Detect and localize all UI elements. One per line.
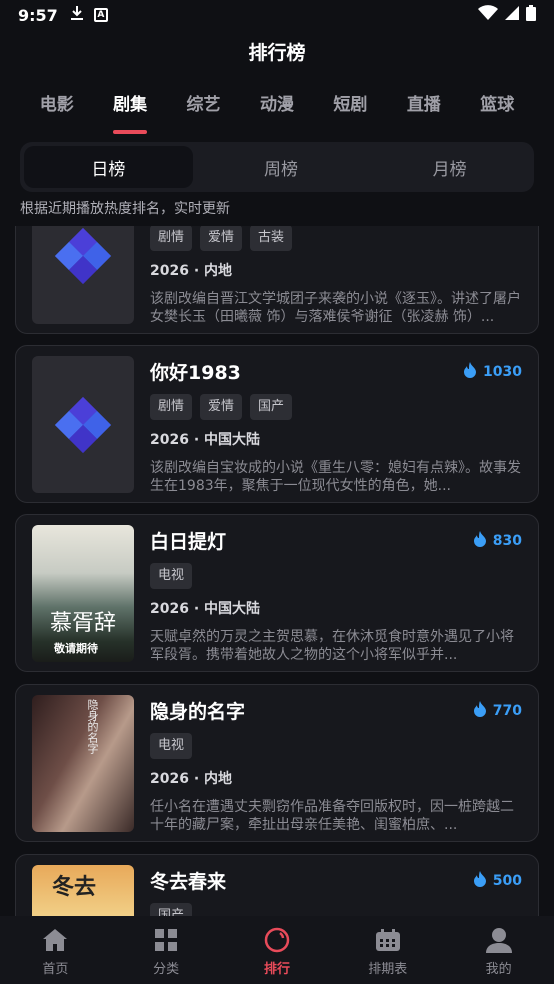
tag: 爱情: [200, 226, 243, 251]
nav-label: 排期表: [368, 962, 408, 977]
tag-list: 电视: [150, 733, 522, 759]
nav-category[interactable]: 分类: [126, 926, 206, 984]
nav-label: 分类: [153, 962, 180, 977]
card-meta: 2026 · 中国大陆: [150, 601, 261, 617]
heat-value: 500: [492, 873, 522, 889]
tab-basketball[interactable]: 篮球: [467, 86, 527, 126]
tab-movie[interactable]: 电影: [27, 86, 87, 126]
heat-score: 830: [473, 531, 522, 551]
grid-icon: [126, 926, 206, 954]
calendar-icon: [348, 926, 428, 954]
nav-label: 我的: [485, 962, 512, 977]
nav-home[interactable]: 首页: [15, 926, 95, 984]
nav-profile[interactable]: 我的: [459, 926, 539, 984]
ranking-icon: [237, 926, 317, 954]
card-meta: 2026 · 中国大陆: [150, 432, 261, 448]
user-icon: [459, 926, 539, 954]
heat-score: 1030: [463, 362, 522, 382]
poster-image: 隐身的名字: [32, 695, 134, 832]
app-logo-icon: [54, 396, 112, 453]
tab-short-drama[interactable]: 短剧: [320, 86, 380, 126]
card-title: 冬去春来: [150, 871, 227, 893]
tag: 电视: [150, 563, 193, 589]
card-description: 该剧改编自宝妆成的小说《重生八零：媳妇有点辣》。故事发生在1983年，聚焦于一位…: [150, 460, 521, 494]
poster-image: 慕胥辞 敬请期待: [32, 525, 134, 662]
battery-icon: [526, 5, 536, 25]
card-title: 隐身的名字: [150, 701, 246, 723]
tag-list: 剧情 爱情 古装: [150, 226, 522, 251]
tag: 国产: [150, 903, 193, 916]
card-description: 该剧改编自晋江文学城团子来袭的小说《逐玉》。讲述了屠户女樊长玉（田曦薇 饰）与落…: [150, 291, 521, 325]
tag: 剧情: [150, 226, 193, 251]
poster-image: 冬去: [32, 865, 134, 916]
tag: 爱情: [200, 394, 243, 420]
tab-live[interactable]: 直播: [394, 86, 454, 126]
status-time: 9:57: [18, 5, 58, 25]
poster-title: 隐身的名字: [86, 699, 99, 754]
flame-icon: [463, 362, 477, 382]
flame-icon: [473, 531, 487, 551]
poster-placeholder: [32, 226, 134, 324]
card-title: 白日提灯: [150, 531, 227, 553]
category-tabs: 电影 剧集 综艺 动漫 短剧 直播 篮球: [0, 86, 554, 134]
tab-variety[interactable]: 综艺: [174, 86, 234, 126]
heat-score: 770: [473, 701, 522, 721]
poster-subtitle: 敬请期待: [54, 642, 98, 655]
poster-placeholder: [32, 356, 134, 493]
nav-ranking[interactable]: 排行: [237, 926, 317, 984]
nav-schedule[interactable]: 排期表: [348, 926, 428, 984]
status-bar: 9:57 A: [0, 0, 554, 30]
ranking-hint: 根据近期播放热度排名，实时更新: [20, 201, 230, 217]
period-segmented-control: 日榜 周榜 月榜: [20, 142, 534, 192]
app-logo-icon: [54, 227, 112, 284]
card-description: 天赋卓然的万灵之主贺思慕，在休沐觅食时意外遇见了小将军段胥。携带着她故人之物的这…: [150, 629, 514, 663]
tag: 古装: [250, 226, 293, 251]
poster-title: 冬去: [52, 874, 97, 900]
tab-anime[interactable]: 动漫: [247, 86, 307, 126]
font-app-icon: A: [93, 8, 108, 22]
heat-value: 830: [492, 533, 522, 549]
flame-icon: [473, 701, 487, 721]
ranking-card[interactable]: 隐身的名字 隐身的名字 770 电视 2026 · 内地 任小名在遭遇丈夫剽窃作…: [15, 684, 539, 842]
tab-series[interactable]: 剧集: [100, 86, 160, 134]
card-meta: 2026 · 内地: [150, 771, 233, 787]
nav-label: 排行: [263, 962, 290, 977]
ranking-card[interactable]: 冬去 冬去春来 500 国产: [15, 854, 539, 916]
tag-list: 剧情 爱情 国产: [150, 394, 522, 420]
tag: 电视: [150, 733, 193, 759]
segment-weekly[interactable]: 周榜: [197, 142, 366, 192]
flame-icon: [473, 871, 487, 891]
tag-list: 电视: [150, 563, 522, 589]
card-meta: 2026 · 内地: [150, 263, 233, 279]
signal-icon: [504, 5, 520, 25]
segment-daily[interactable]: 日榜: [24, 146, 193, 188]
ranking-card[interactable]: 慕胥辞 敬请期待 白日提灯 830 电视 2026 · 中国大陆 天赋卓然的万灵…: [15, 514, 539, 672]
heat-value: 770: [492, 703, 522, 719]
ranking-list[interactable]: 剧情 爱情 古装 2026 · 内地 该剧改编自晋江文学城团子来袭的小说《逐玉》…: [0, 226, 554, 916]
heat-score: 500: [473, 871, 522, 891]
ranking-card[interactable]: 剧情 爱情 古装 2026 · 内地 该剧改编自晋江文学城团子来袭的小说《逐玉》…: [15, 226, 539, 334]
wifi-icon: [478, 5, 498, 25]
page-title: 排行榜: [248, 42, 306, 64]
tag: 国产: [250, 394, 293, 420]
card-description: 任小名在遭遇丈夫剽窃作品准备夺回版权时，因一桩跨越二十年的藏尸案，牵扯出母亲任美…: [150, 799, 514, 833]
ranking-card[interactable]: 你好1983 1030 剧情 爱情 国产 2026 · 中国大陆 该剧改编自宝妆…: [15, 345, 539, 503]
download-icon: [70, 5, 84, 25]
segment-monthly[interactable]: 月榜: [365, 142, 534, 192]
tag: 剧情: [150, 394, 193, 420]
tag-list: 国产: [150, 903, 522, 916]
home-icon: [15, 926, 95, 954]
bottom-nav: 首页 分类 排行 排期表 我的: [0, 916, 554, 984]
poster-title: 慕胥辞: [50, 611, 117, 636]
nav-label: 首页: [42, 962, 69, 977]
heat-value: 1030: [483, 364, 522, 380]
